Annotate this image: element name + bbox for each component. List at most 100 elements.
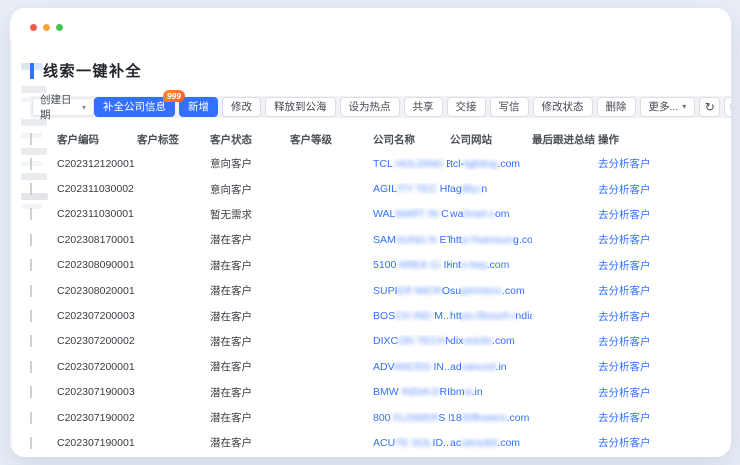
analyze-customer-link[interactable]: 去分析客户 <box>598 311 651 323</box>
row-checkbox[interactable] <box>30 412 32 424</box>
cell-checkbox <box>30 234 57 246</box>
analyze-customer-link[interactable]: 去分析客户 <box>598 361 651 373</box>
cell-customer-code: C202308170001 <box>57 234 137 246</box>
company-name-link[interactable]: 5100 AREA 11 IK... <box>373 259 450 271</box>
row-checkbox[interactable] <box>30 183 32 195</box>
row-checkbox[interactable] <box>30 437 32 449</box>
handover-button[interactable]: 交接 <box>447 97 486 117</box>
company-website-link-visible-suffix: g.com <box>513 234 532 246</box>
row-checkbox[interactable] <box>30 361 32 373</box>
row-checkbox[interactable] <box>30 335 32 347</box>
row-checkbox[interactable] <box>30 259 32 271</box>
company-website-link-redacted-middle: w <box>465 386 472 398</box>
refresh-button[interactable]: ↻ <box>699 97 720 117</box>
delete-button[interactable]: 删除 <box>597 97 636 117</box>
cell-checkbox <box>30 412 57 424</box>
analyze-customer-link[interactable]: 去分析客户 <box>598 437 651 449</box>
company-name-link[interactable]: SAMSUNG N ET... <box>373 234 450 246</box>
analyze-customer-link[interactable]: 去分析客户 <box>598 387 651 399</box>
company-website-link-visible-suffix: .com <box>487 259 510 271</box>
analyze-customer-link[interactable]: 去分析客户 <box>598 158 651 170</box>
row-checkbox[interactable] <box>30 285 32 297</box>
toolbar-buttons: 补全公司信息 999 新增 修改释放到公海设为热点共享交接写信修改状态删除 更多… <box>94 97 731 117</box>
window-titlebar <box>10 8 731 40</box>
row-checkbox[interactable] <box>30 234 32 246</box>
cell-company-name: DIXCON TECHNO... <box>373 335 450 347</box>
table-header-row: 客户编码 客户标签 客户状态 客户等级 公司名称 公司网站 最后跟进总结 操作 <box>30 127 731 151</box>
analyze-customer-link[interactable]: 去分析客户 <box>598 184 651 196</box>
row-checkbox[interactable] <box>30 386 32 398</box>
company-website-link-visible-prefix: wa <box>450 208 463 220</box>
analyze-customer-link[interactable]: 去分析客户 <box>598 285 651 297</box>
close-window-button[interactable] <box>30 24 37 31</box>
company-name-link[interactable]: TCL HOLDING EC... <box>373 158 450 170</box>
company-website-link[interactable]: https://bosch-india.... <box>450 310 532 322</box>
company-name-link-redacted-middle: ER MICR <box>398 285 442 297</box>
analyze-customer-link[interactable]: 去分析客户 <box>598 412 651 424</box>
header-customer-level: 客户等级 <box>290 132 373 147</box>
cell-company-website: advanced.in <box>450 361 532 373</box>
set-hotspot-button[interactable]: 设为热点 <box>340 97 400 117</box>
cell-company-website: walmart.com <box>450 208 532 220</box>
chevron-down-icon: ▾ <box>82 103 86 112</box>
company-website-link-visible-prefix: ag <box>450 183 462 195</box>
company-website-link[interactable]: 1800flowers.com <box>450 412 529 424</box>
company-name-link[interactable]: SUPIER MICRO ... <box>373 285 450 297</box>
company-name-link[interactable]: AGILITY TEC HN... <box>373 183 450 195</box>
share-button[interactable]: 共享 <box>404 97 443 117</box>
company-website-link[interactable]: supermicro.com <box>450 285 525 297</box>
company-name-link[interactable]: WALMART IN C . <box>373 208 450 220</box>
company-name-link[interactable]: ACUTE SOLID... <box>373 437 450 449</box>
analyze-customer-link[interactable]: 去分析客户 <box>598 260 651 272</box>
toolbar: 创建日期 ▾ 补全公司信息 999 新增 修改释放到公海设为热点共享交接写信修改… <box>30 96 731 118</box>
release-to-public-sea-button[interactable]: 释放到公海 <box>265 97 336 117</box>
select-all-checkbox[interactable] <box>30 133 32 145</box>
date-filter-select[interactable]: 创建日期 ▾ <box>32 98 94 116</box>
cell-actions: 去分析客户 <box>598 334 731 349</box>
header-last-followup-summary: 最后跟进总结 <box>532 132 598 147</box>
company-website-link[interactable]: tcl-lighting.com <box>450 158 520 170</box>
company-name-link[interactable]: DIXCON TECHNO... <box>373 335 450 347</box>
maximize-window-button[interactable] <box>56 24 63 31</box>
company-website-link-visible-prefix: htt <box>450 234 462 246</box>
company-website-link-redacted-middle: ility.i <box>462 183 482 195</box>
company-name-link-visible-suffix: ET... <box>437 234 450 246</box>
more-button[interactable]: 更多... ▾ <box>640 97 696 117</box>
edit-button[interactable]: 修改 <box>222 97 261 117</box>
add-new-button[interactable]: 新增 <box>179 97 218 117</box>
settings-button[interactable]: ⚙ <box>724 97 731 117</box>
analyze-customer-link[interactable]: 去分析客户 <box>598 209 651 221</box>
company-website-link[interactable]: into-bay.com <box>450 259 509 271</box>
row-checkbox[interactable] <box>30 208 32 220</box>
company-name-link-visible-suffix: ID... <box>433 437 450 449</box>
table-body: C202312120001意向客户TCL HOLDING EC...tcl-li… <box>30 151 731 456</box>
write-letter-button[interactable]: 写信 <box>490 97 529 117</box>
analyze-customer-link[interactable]: 去分析客户 <box>598 234 651 246</box>
company-name-link-visible-prefix: ACU <box>373 437 395 449</box>
row-checkbox[interactable] <box>30 158 32 170</box>
row-checkbox[interactable] <box>30 310 32 322</box>
cell-customer-code: C202308020001 <box>57 285 137 297</box>
company-website-link[interactable]: agility.in <box>450 183 487 195</box>
company-website-link[interactable]: dixoninfo.com <box>450 335 515 347</box>
minimize-window-button[interactable] <box>43 24 50 31</box>
modify-status-button[interactable]: 修改状态 <box>533 97 593 117</box>
company-website-link[interactable]: walmart.com <box>450 208 510 220</box>
cell-customer-code: C202307190003 <box>57 386 137 398</box>
company-website-link-visible-prefix: htt <box>450 310 462 322</box>
cell-company-website: bmw.in <box>450 386 532 398</box>
company-website-link-visible-prefix: int <box>450 259 461 271</box>
company-name-link[interactable]: BMW INDIA DRIV... <box>373 386 450 398</box>
company-name-link[interactable]: BOSCH IND M... <box>373 310 450 322</box>
analyze-customer-link[interactable]: 去分析客户 <box>598 336 651 348</box>
company-website-link[interactable]: http://samsung.com <box>450 234 532 246</box>
company-website-link[interactable]: bmw.in <box>450 386 483 398</box>
company-name-link-redacted-middle: ANCED <box>394 361 431 373</box>
company-website-link[interactable]: acutesolid.com <box>450 437 520 449</box>
company-website-link[interactable]: advanced.in <box>450 361 507 373</box>
cell-checkbox <box>30 437 57 449</box>
cell-company-website: tcl-lighting.com <box>450 158 532 170</box>
company-name-link[interactable]: 800 FLOWERS I... <box>373 412 450 424</box>
company-name-link[interactable]: ADVANCED IN... <box>373 361 450 373</box>
company-name-link-visible-prefix: DIXC <box>373 335 398 347</box>
